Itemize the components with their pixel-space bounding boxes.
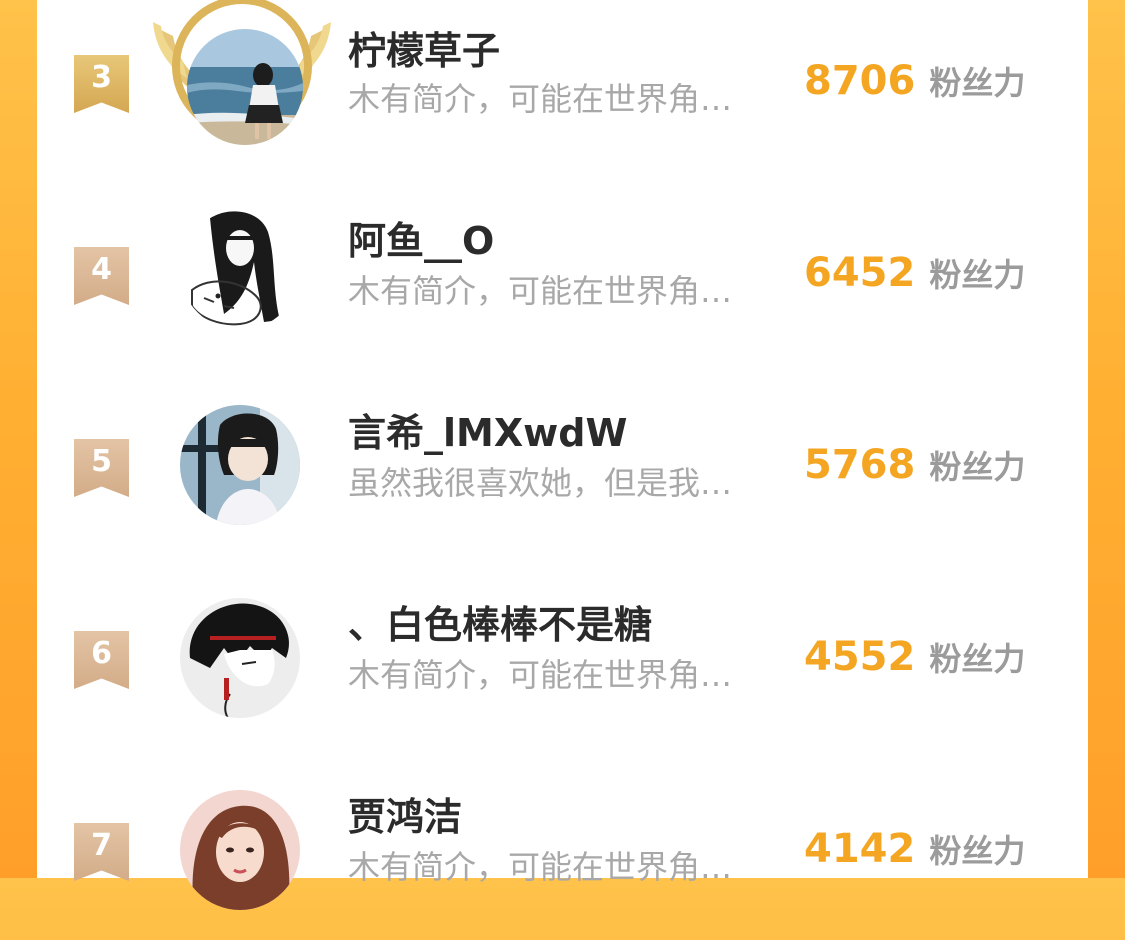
fan-power-score: 5768 粉丝力 (804, 442, 1025, 488)
user-bio: 木有简介，可能在世界角… (348, 848, 733, 886)
ranking-row-6[interactable]: 6 、白色棒棒不是糖 木有简介，可能在世界角… 4552 粉丝力 (37, 556, 1088, 748)
rank-number: 4 (91, 252, 112, 287)
user-bio: 木有简介，可能在世界角… (348, 272, 733, 310)
rank-badge: 3 (74, 55, 129, 113)
user-name[interactable]: 、白色棒棒不是糖 (348, 594, 652, 649)
rank-number: 3 (91, 60, 112, 95)
rank-badge: 7 (74, 823, 129, 881)
fan-power-score: 4552 粉丝力 (804, 634, 1025, 680)
ranking-row-4[interactable]: 4 阿鱼__O 木有简介，可能在世界角… 6452 粉丝力 (37, 172, 1088, 364)
avatar[interactable] (180, 790, 300, 910)
rank-badge: 4 (74, 247, 129, 305)
score-value: 6452 (804, 250, 916, 296)
user-name[interactable]: 言希_lMXwdW (348, 402, 627, 457)
ranking-row-7[interactable]: 7 贾鸿洁 木有简介，可能在世界角… 4142 粉丝力 (37, 748, 1088, 940)
score-value: 4142 (804, 826, 916, 872)
rank-number: 7 (91, 828, 112, 863)
user-name[interactable]: 柠檬草子 (348, 20, 500, 75)
rank-number: 5 (91, 444, 112, 479)
score-value: 5768 (804, 442, 916, 488)
score-value: 4552 (804, 634, 916, 680)
ranking-list: 3 柠檬草子 木有简介，可能在世界角… 8706 粉丝力 4 阿鱼__O 木有简… (37, 0, 1088, 910)
score-unit: 粉丝力 (929, 832, 1026, 870)
fan-power-score: 8706 粉丝力 (804, 58, 1025, 104)
rank-badge: 6 (74, 631, 129, 689)
score-unit: 粉丝力 (929, 64, 1026, 102)
rank-number: 6 (91, 636, 112, 671)
avatar[interactable] (187, 29, 303, 145)
score-value: 8706 (804, 58, 916, 104)
score-unit: 粉丝力 (929, 448, 1026, 486)
ranking-row-5[interactable]: 5 言希_lMXwdW 虽然我很喜欢她，但是我… 5768 粉丝力 (37, 364, 1088, 556)
fan-power-score: 6452 粉丝力 (804, 250, 1025, 296)
avatar[interactable] (180, 405, 300, 525)
score-unit: 粉丝力 (929, 640, 1026, 678)
user-name[interactable]: 贾鸿洁 (348, 786, 462, 841)
ranking-row-3[interactable]: 3 柠檬草子 木有简介，可能在世界角… 8706 粉丝力 (37, 0, 1088, 172)
avatar[interactable] (180, 210, 300, 330)
user-bio: 木有简介，可能在世界角… (348, 80, 733, 118)
user-name[interactable]: 阿鱼__O (348, 210, 494, 265)
rank-badge: 5 (74, 439, 129, 497)
user-bio: 木有简介，可能在世界角… (348, 656, 733, 694)
avatar[interactable] (180, 598, 300, 718)
score-unit: 粉丝力 (929, 256, 1026, 294)
user-bio: 虽然我很喜欢她，但是我… (348, 464, 733, 502)
fan-power-score: 4142 粉丝力 (804, 826, 1025, 872)
